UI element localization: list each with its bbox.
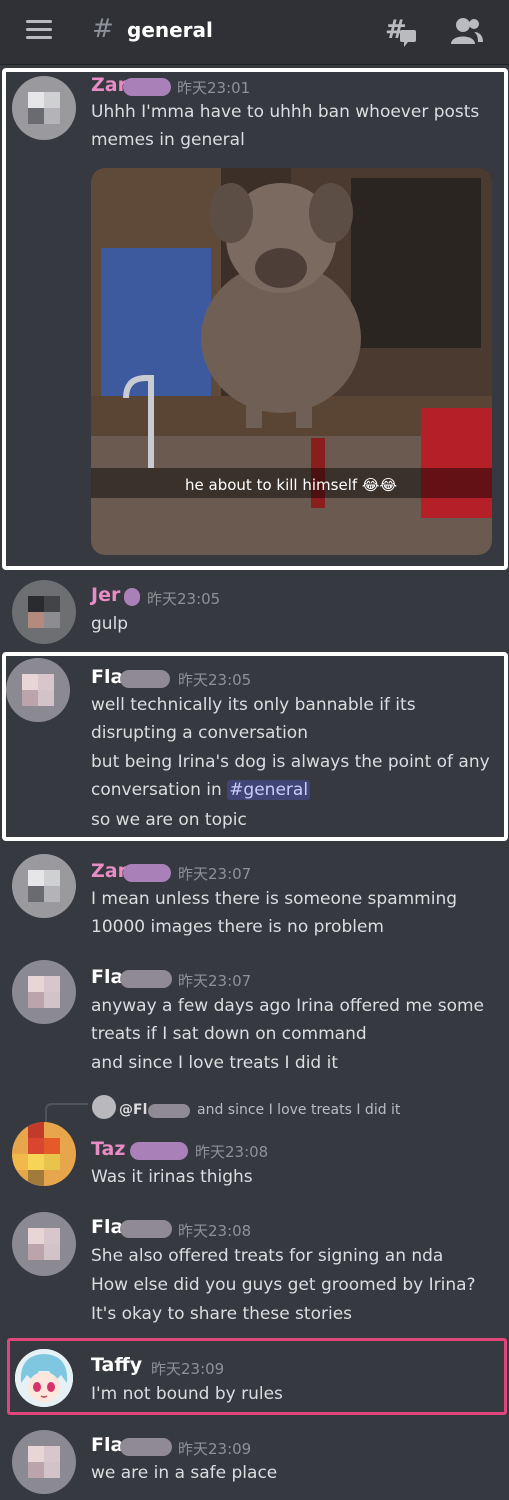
avatar[interactable] xyxy=(12,76,76,140)
message-text: we are in a safe place xyxy=(91,1463,278,1483)
message-text: I'm not bound by rules xyxy=(91,1384,283,1404)
avatar[interactable] xyxy=(12,854,76,918)
meme-image[interactable]: he about to kill himself 😂😂 xyxy=(91,168,492,555)
message[interactable]: Fla 昨天23:05 well technically its only ba… xyxy=(0,652,509,841)
message[interactable]: @Fl and since I love treats I did it Taz… xyxy=(0,1092,509,1198)
hamburger-menu-icon[interactable] xyxy=(26,20,52,40)
username[interactable]: Zar xyxy=(91,860,127,882)
redacted-name xyxy=(120,1220,172,1238)
message-text-with-mention: conversation in #general xyxy=(91,780,311,800)
timestamp: 昨天23:05 xyxy=(178,671,252,689)
username[interactable]: Taz xyxy=(91,1138,125,1160)
avatar[interactable] xyxy=(6,658,70,722)
timestamp: 昨天23:08 xyxy=(195,1143,269,1161)
username[interactable]: Zar xyxy=(91,74,127,96)
reply-preview[interactable]: and since I love treats I did it xyxy=(197,1102,400,1118)
redacted-name xyxy=(123,78,171,96)
message-text: memes in general xyxy=(91,130,245,150)
channel-title[interactable]: general xyxy=(127,18,213,42)
anime-avatar-art xyxy=(15,1349,73,1407)
message-text: so we are on topic xyxy=(91,810,247,830)
meme-caption: he about to kill himself 😂😂 xyxy=(185,476,397,494)
avatar[interactable] xyxy=(12,960,76,1024)
reply-username[interactable]: @Fl xyxy=(119,1102,147,1118)
message-text: gulp xyxy=(91,614,129,634)
message-text: but being Irina's dog is always the poin… xyxy=(91,752,490,772)
username[interactable]: Jer xyxy=(91,584,120,606)
message-text: and since I love treats I did it xyxy=(91,1053,339,1073)
redacted-name xyxy=(148,1104,190,1118)
dog-photo: he about to kill himself 😂😂 xyxy=(91,168,492,555)
message-text: well technically its only bannable if it… xyxy=(91,695,416,715)
threads-icon[interactable]: # xyxy=(384,14,418,48)
message-text: 10000 images there is no problem xyxy=(91,917,384,937)
username[interactable]: Taffy xyxy=(91,1354,142,1376)
message[interactable]: Taffy 昨天23:09 I'm not bound by rules xyxy=(0,1338,509,1415)
timestamp: 昨天23:07 xyxy=(178,972,252,990)
timestamp: 昨天23:07 xyxy=(178,865,252,883)
message-text: Uhhh I'mma have to uhhh ban whoever post… xyxy=(91,102,480,122)
message-text: Was it irinas thighs xyxy=(91,1167,253,1187)
message-text: anyway a few days ago Irina offered me s… xyxy=(91,996,485,1016)
message-text: She also offered treats for signing an n… xyxy=(91,1246,444,1266)
avatar[interactable] xyxy=(12,1122,76,1186)
redacted-name xyxy=(124,588,140,606)
timestamp: 昨天23:09 xyxy=(178,1440,252,1458)
members-icon[interactable] xyxy=(450,16,484,46)
username[interactable]: Fla xyxy=(91,1216,123,1238)
redacted-name xyxy=(130,1142,188,1160)
timestamp: 昨天23:01 xyxy=(177,79,251,97)
redacted-name xyxy=(120,970,172,988)
message[interactable]: Fla 昨天23:07 anyway a few days ago Irina … xyxy=(0,960,509,1080)
timestamp: 昨天23:09 xyxy=(151,1360,225,1378)
channel-header: # general # xyxy=(0,0,509,65)
avatar[interactable] xyxy=(15,1349,73,1407)
redacted-name xyxy=(123,864,171,882)
message-text: It's okay to share these stories xyxy=(91,1304,353,1324)
message[interactable]: Fla 昨天23:08 She also offered treats for … xyxy=(0,1210,509,1330)
username[interactable]: Fla xyxy=(91,666,123,688)
username[interactable]: Fla xyxy=(91,966,123,988)
message-text: conversation in xyxy=(91,780,222,800)
timestamp: 昨天23:08 xyxy=(178,1222,252,1240)
reply-avatar xyxy=(92,1095,116,1119)
redacted-name xyxy=(120,670,170,688)
timestamp: 昨天23:05 xyxy=(147,590,221,608)
message[interactable]: Jer 昨天23:05 gulp xyxy=(0,578,509,646)
avatar[interactable] xyxy=(12,1430,76,1494)
avatar[interactable] xyxy=(12,580,76,644)
message-text: treats if I sat down on command xyxy=(91,1024,367,1044)
message-text: disrupting a conversation xyxy=(91,723,308,743)
message-text: How else did you guys get groomed by Iri… xyxy=(91,1275,476,1295)
message[interactable]: Fla 昨天23:09 we are in a safe place xyxy=(0,1428,509,1500)
redacted-name xyxy=(120,1438,172,1456)
channel-hash-icon: # xyxy=(92,14,114,44)
message[interactable]: Zar 昨天23:07 I mean unless there is someo… xyxy=(0,854,509,950)
username[interactable]: Fla xyxy=(91,1434,123,1456)
message-text: I mean unless there is someone spamming xyxy=(91,889,458,909)
avatar[interactable] xyxy=(12,1212,76,1276)
channel-mention[interactable]: #general xyxy=(227,780,311,800)
